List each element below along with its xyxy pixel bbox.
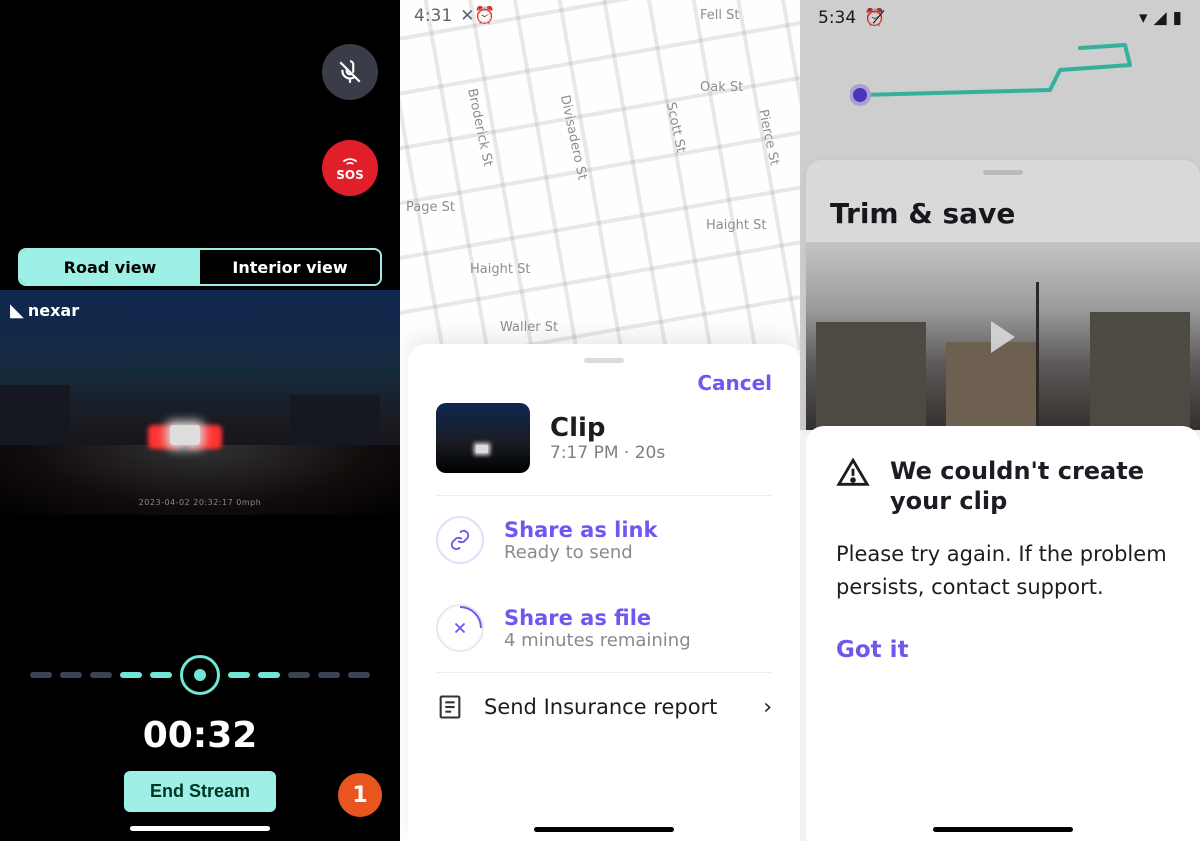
trim-card: Trim & save <box>806 160 1200 430</box>
dashcam-preview[interactable]: ◣ nexar 2023-04-02 20:32:17 0mph <box>0 290 400 515</box>
alarm-off-icon: ⏰̸ <box>864 8 885 28</box>
end-stream-button[interactable]: End Stream <box>124 771 276 812</box>
status-bar: 5:34 ⏰̸ ▾ ◢ ▮ <box>818 8 1182 28</box>
signal-icon: ◢ <box>1154 8 1167 28</box>
sos-button[interactable]: SOS <box>322 140 378 196</box>
report-icon <box>436 693 464 721</box>
error-body: Please try again. If the problem persist… <box>836 538 1170 603</box>
error-title: We couldn't create your clip <box>890 456 1170 516</box>
wifi-icon: ▾ <box>1139 8 1148 28</box>
tab-interior-view[interactable]: Interior view <box>200 250 380 284</box>
sheet-grabber[interactable] <box>983 170 1023 175</box>
stream-screen: SOS Road view Interior view ◣ nexar 2023… <box>0 0 400 841</box>
stream-top-bar: SOS Road view Interior view <box>0 0 400 290</box>
tab-road-view[interactable]: Road view <box>20 250 200 284</box>
status-time: 4:31 <box>414 6 452 26</box>
home-indicator[interactable] <box>534 827 674 832</box>
sos-label: SOS <box>336 168 364 182</box>
street-label: Page St <box>406 200 455 215</box>
stream-controls: 00:32 End Stream 1 <box>0 515 400 841</box>
street-label: Pierce St <box>755 108 781 167</box>
mic-mute-button[interactable] <box>322 44 378 100</box>
street-label: Haight St <box>706 218 766 233</box>
status-time: 5:34 <box>818 8 856 28</box>
nexar-bolt-icon: ◣ <box>10 300 24 321</box>
share-file-subtitle: 4 minutes remaining <box>504 630 691 651</box>
stream-timer: 00:32 <box>0 715 400 756</box>
stream-timeline[interactable] <box>30 655 370 695</box>
share-as-link-row[interactable]: Share as link Ready to send <box>436 496 772 584</box>
trim-title: Trim & save <box>806 183 1200 242</box>
insurance-label: Send Insurance report <box>484 695 743 719</box>
map-view[interactable]: 4:31 ✕⏰ Fell St Oak St Page St Haight St… <box>400 0 800 350</box>
street-label: Fell St <box>700 8 739 23</box>
progress-ring-icon <box>436 604 484 652</box>
error-sheet: We couldn't create your clip Please try … <box>806 426 1200 841</box>
sheet-grabber[interactable] <box>584 358 624 363</box>
clip-thumbnail[interactable] <box>436 403 530 473</box>
clip-subtitle: 7:17 PM · 20s <box>550 443 665 463</box>
home-indicator[interactable] <box>130 826 270 831</box>
share-link-subtitle: Ready to send <box>504 542 657 563</box>
dashcam-meta: 2023-04-02 20:32:17 0mph <box>0 498 400 507</box>
battery-icon: ▮ <box>1173 8 1182 28</box>
nexar-watermark: ◣ nexar <box>10 300 79 321</box>
timeline-playhead-icon[interactable] <box>180 655 220 695</box>
share-file-title: Share as file <box>504 606 691 630</box>
street-label: Oak St <box>700 80 743 95</box>
trim-video-preview[interactable] <box>806 242 1200 430</box>
chevron-right-icon: › <box>763 695 772 720</box>
trim-save-screen: 5:34 ⏰̸ ▾ ◢ ▮ Trim & save We couldn't cr… <box>800 0 1200 841</box>
clip-title: Clip <box>550 413 665 443</box>
street-label: Divisadero St <box>557 94 590 182</box>
close-icon <box>451 619 469 637</box>
link-icon <box>436 516 484 564</box>
clip-header: Clip 7:17 PM · 20s <box>436 403 772 496</box>
wifi-icon <box>340 154 360 166</box>
home-indicator[interactable] <box>933 827 1073 832</box>
share-link-title: Share as link <box>504 518 657 542</box>
mic-off-icon <box>337 59 363 85</box>
street-label: Waller St <box>500 320 558 335</box>
view-toggle: Road view Interior view <box>18 248 382 286</box>
warning-icon <box>836 456 870 490</box>
status-bar: 4:31 ✕⏰ <box>414 6 496 26</box>
got-it-button[interactable]: Got it <box>836 637 1170 663</box>
nexar-brand-text: nexar <box>28 301 79 320</box>
share-sheet: Cancel Clip 7:17 PM · 20s Share as link … <box>408 344 800 841</box>
notification-badge[interactable]: 1 <box>338 773 382 817</box>
street-label: Broderick St <box>464 87 495 168</box>
play-icon[interactable] <box>991 321 1015 353</box>
send-insurance-report-row[interactable]: Send Insurance report › <box>436 672 772 741</box>
street-label: Haight St <box>470 262 530 277</box>
cancel-button[interactable]: Cancel <box>436 371 772 395</box>
street-label: Scott St <box>663 101 688 154</box>
share-as-file-row[interactable]: Share as file 4 minutes remaining <box>436 584 772 672</box>
share-clip-screen: 4:31 ✕⏰ Fell St Oak St Page St Haight St… <box>400 0 800 841</box>
route-line <box>850 40 1180 150</box>
alarm-off-icon: ✕⏰ <box>460 6 495 26</box>
